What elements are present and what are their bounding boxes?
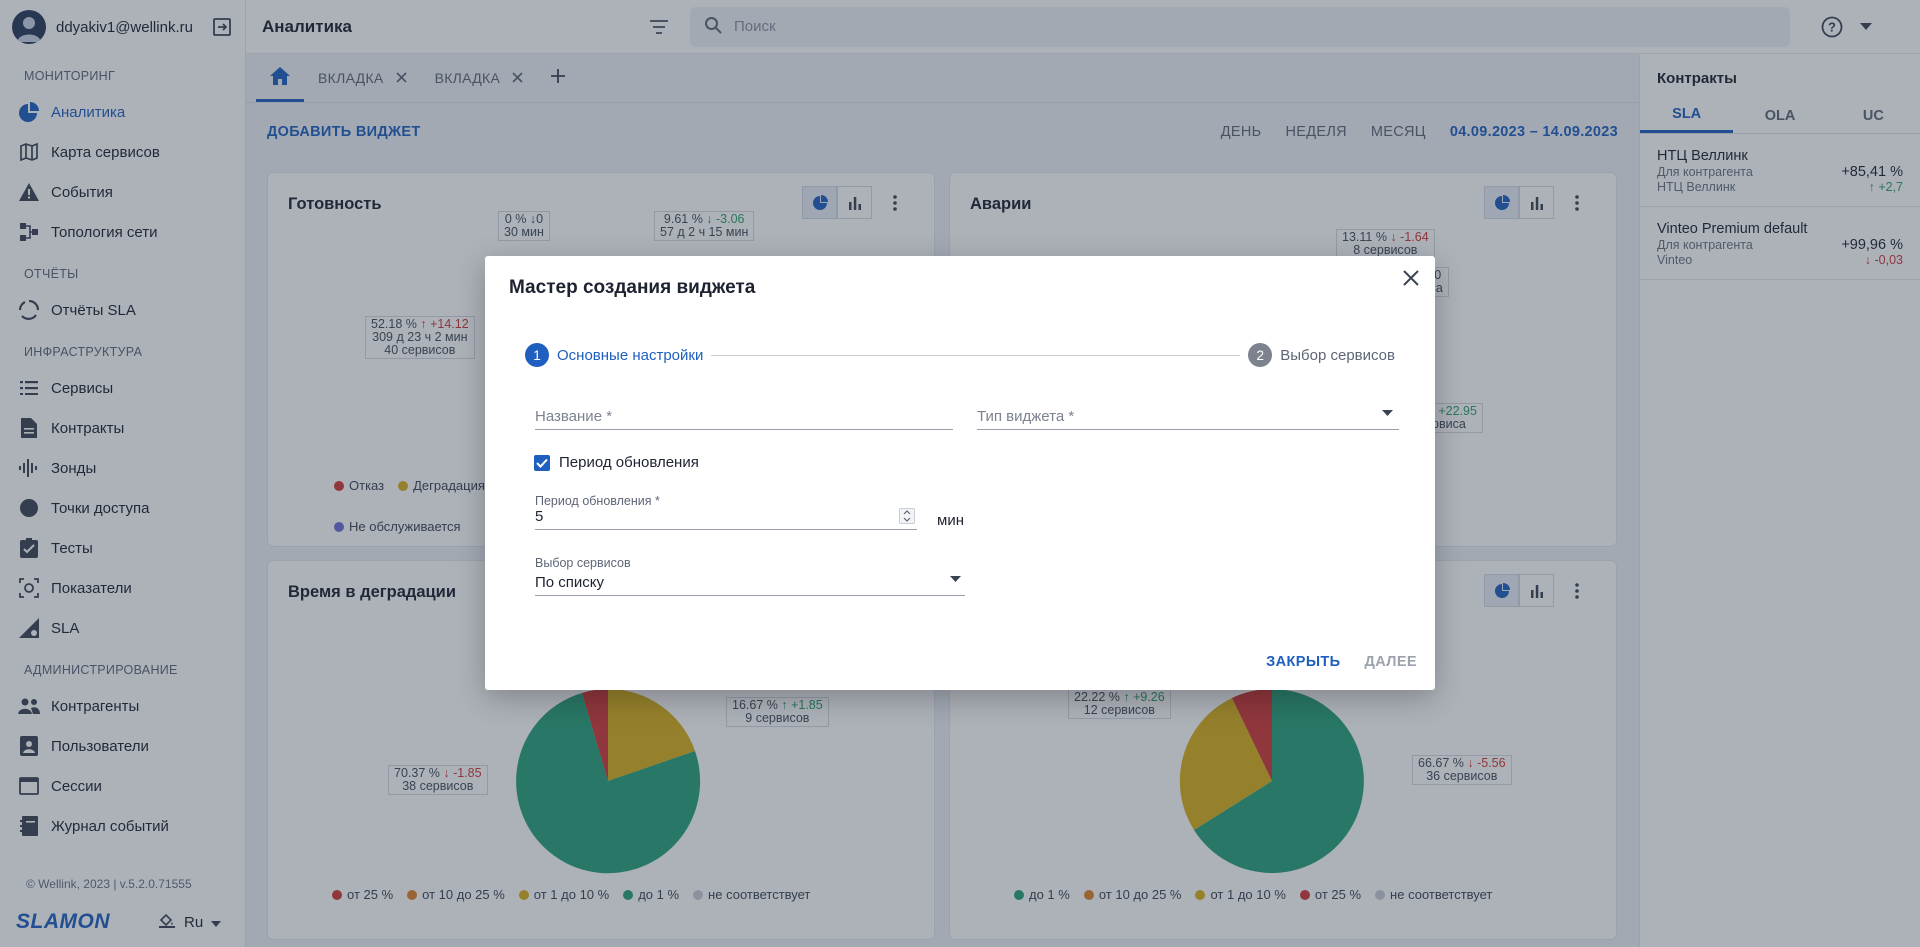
refresh-period-value: 5 bbox=[535, 508, 544, 525]
services-label: Выбор сервисов bbox=[535, 556, 631, 570]
refresh-period-checkbox-row[interactable]: Период обновления bbox=[534, 454, 699, 471]
widget-wizard-dialog: Мастер создания виджета 1 Основные настр… bbox=[485, 256, 1435, 690]
wizard-stepper: 1 Основные настройки 2 Выбор сервисов bbox=[525, 342, 1395, 368]
checkbox-label: Период обновления bbox=[559, 454, 699, 471]
step-2-label: Выбор сервисов bbox=[1280, 346, 1395, 364]
chevron-down-icon bbox=[950, 569, 961, 585]
dialog-actions: ЗАКРЫТЬ ДАЛЕЕ bbox=[1254, 646, 1429, 678]
name-field[interactable]: Название * bbox=[535, 400, 953, 430]
close-button[interactable]: ЗАКРЫТЬ bbox=[1254, 646, 1352, 678]
dialog-title: Мастер создания виджета bbox=[509, 277, 756, 298]
refresh-period-label: Период обновления * bbox=[535, 494, 660, 508]
refresh-period-checkbox[interactable] bbox=[534, 454, 550, 471]
step-connector bbox=[711, 354, 1241, 356]
step-1-label: Основные настройки bbox=[557, 346, 704, 364]
next-button[interactable]: ДАЛЕЕ bbox=[1353, 646, 1430, 678]
widget-type-placeholder: Тип виджета * bbox=[977, 408, 1075, 425]
refresh-period-field[interactable]: Период обновления * 5 bbox=[535, 494, 917, 530]
services-select[interactable]: Выбор сервисов По списку bbox=[535, 556, 965, 596]
step-1-number: 1 bbox=[525, 343, 549, 367]
widget-type-select[interactable]: Тип виджета * bbox=[977, 400, 1399, 430]
number-stepper-icon[interactable] bbox=[899, 508, 915, 524]
refresh-period-unit: мин bbox=[937, 512, 964, 529]
services-value: По списку bbox=[535, 574, 605, 591]
step-2-number: 2 bbox=[1248, 343, 1273, 367]
chevron-down-icon bbox=[1382, 403, 1393, 419]
close-icon[interactable] bbox=[1397, 264, 1425, 292]
name-placeholder: Название * bbox=[535, 408, 613, 425]
